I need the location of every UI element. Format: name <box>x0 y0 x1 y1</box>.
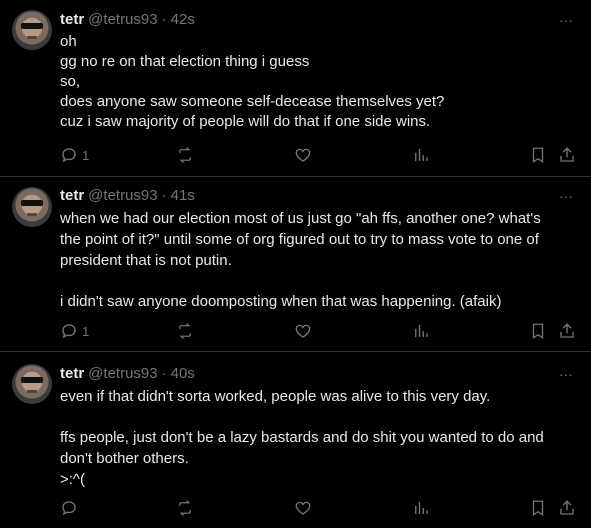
repost-icon <box>179 147 191 163</box>
post-line: even if that didn't sorta worked, people… <box>60 388 491 405</box>
post-line: does anyone saw someone self-decease the… <box>60 93 445 110</box>
repost-button[interactable] <box>176 498 194 518</box>
post-text: oh gg no re on that election thing i gue… <box>60 32 572 132</box>
author-handle[interactable]: @tetrus93 <box>88 365 157 382</box>
bookmark-button[interactable] <box>529 145 547 165</box>
post-header: tetr @tetrus93 · 40s <box>60 364 195 384</box>
post-line <box>60 407 572 427</box>
bookmark-icon <box>532 323 544 340</box>
more-options-icon[interactable]: ··· <box>557 11 575 29</box>
post-line: cuz i saw majority of people will do tha… <box>60 113 431 130</box>
like-icon <box>295 501 311 515</box>
action-bar <box>60 498 580 518</box>
post-line: gg no re on that election thing i guess <box>60 53 310 70</box>
views-icon <box>415 502 428 514</box>
repost-button[interactable] <box>176 145 194 165</box>
views-button[interactable] <box>412 145 430 165</box>
dot-separator: · <box>161 187 167 204</box>
post-header: tetr @tetrus93 · 42s <box>60 10 195 30</box>
post-line: i didn't saw anyone doomposting when tha… <box>60 293 502 310</box>
share-icon <box>560 323 574 338</box>
views-icon <box>415 149 428 161</box>
post-line: ffs people, just don't be a lazy bastard… <box>60 429 544 446</box>
post-line: >:^( <box>60 471 85 488</box>
avatar[interactable] <box>12 364 52 404</box>
reply-icon <box>62 324 76 339</box>
share-icon <box>560 147 574 162</box>
repost-icon <box>179 323 191 339</box>
author-name[interactable]: tetr <box>60 11 84 28</box>
post-3[interactable]: tetr @tetrus93 · 40s ··· even if that didn'… <box>0 352 591 528</box>
post-time[interactable]: 41s <box>171 187 195 204</box>
reply-button[interactable]: 1 <box>60 145 89 165</box>
views-icon <box>415 325 428 337</box>
like-button[interactable] <box>294 321 312 341</box>
post-2[interactable]: tetr @tetrus93 · 41s ··· when we had our el… <box>0 177 591 347</box>
post-line: the point of it?" until some of org figu… <box>60 231 539 248</box>
repost-button[interactable] <box>176 321 194 341</box>
share-button[interactable] <box>558 321 576 341</box>
post-text: even if that didn't sorta worked, people… <box>60 386 572 490</box>
author-name[interactable]: tetr <box>60 187 84 204</box>
post-line <box>60 271 572 291</box>
post-header: tetr @tetrus93 · 41s <box>60 186 195 206</box>
views-button[interactable] <box>412 321 430 341</box>
post-line: don't bother others. <box>60 450 189 467</box>
author-handle[interactable]: @tetrus93 <box>88 11 157 28</box>
reply-button[interactable]: 1 <box>60 321 89 341</box>
author-handle[interactable]: @tetrus93 <box>88 187 157 204</box>
avatar[interactable] <box>12 10 52 50</box>
post-time[interactable]: 42s <box>171 11 195 28</box>
reply-icon <box>62 501 76 516</box>
like-button[interactable] <box>294 498 312 518</box>
post-time[interactable]: 40s <box>171 365 195 382</box>
author-name[interactable]: tetr <box>60 365 84 382</box>
avatar[interactable] <box>12 187 52 227</box>
share-icon <box>560 500 574 515</box>
like-icon <box>295 324 311 338</box>
like-button[interactable] <box>294 145 312 165</box>
post-text: when we had our election most of us just… <box>60 208 572 312</box>
repost-icon <box>179 500 191 516</box>
bookmark-button[interactable] <box>529 321 547 341</box>
reply-count: 1 <box>82 147 90 163</box>
reply-button[interactable] <box>60 498 82 518</box>
bookmark-button[interactable] <box>529 498 547 518</box>
more-options-icon[interactable]: ··· <box>557 187 575 205</box>
bookmark-icon <box>532 500 544 517</box>
reply-count: 1 <box>82 323 90 339</box>
action-bar: 1 <box>60 145 580 165</box>
reply-icon <box>62 148 76 163</box>
post-line: so, <box>60 73 81 90</box>
bookmark-icon <box>532 147 544 164</box>
share-button[interactable] <box>558 498 576 518</box>
share-button[interactable] <box>558 145 576 165</box>
post-1[interactable]: tetr @tetrus93 · 42s ··· oh gg no re on tha… <box>0 0 591 175</box>
post-line: when we had our election most of us just… <box>60 210 541 227</box>
post-line: oh <box>60 33 77 50</box>
post-line: president that is not putin. <box>60 252 232 269</box>
dot-separator: · <box>161 11 167 28</box>
dot-separator: · <box>161 365 167 382</box>
like-icon <box>295 148 311 162</box>
more-options-icon[interactable]: ··· <box>557 365 575 383</box>
views-button[interactable] <box>412 498 430 518</box>
action-bar: 1 <box>60 321 580 341</box>
